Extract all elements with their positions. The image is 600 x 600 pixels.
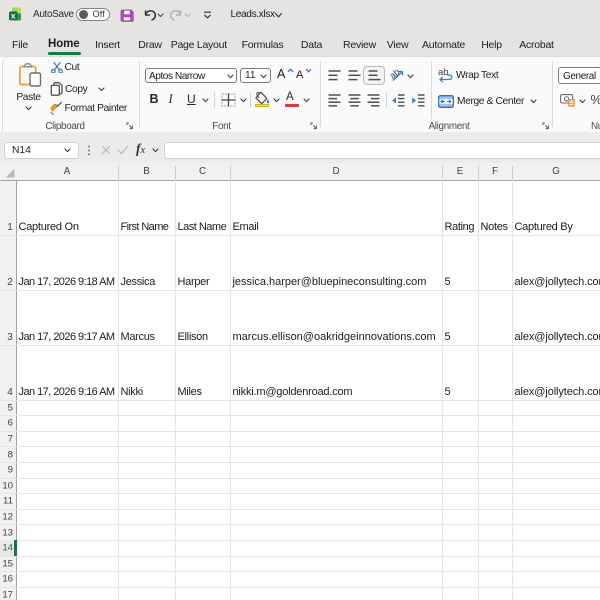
svg-text:ab: ab (438, 67, 449, 78)
svg-text:x: x (11, 12, 16, 21)
